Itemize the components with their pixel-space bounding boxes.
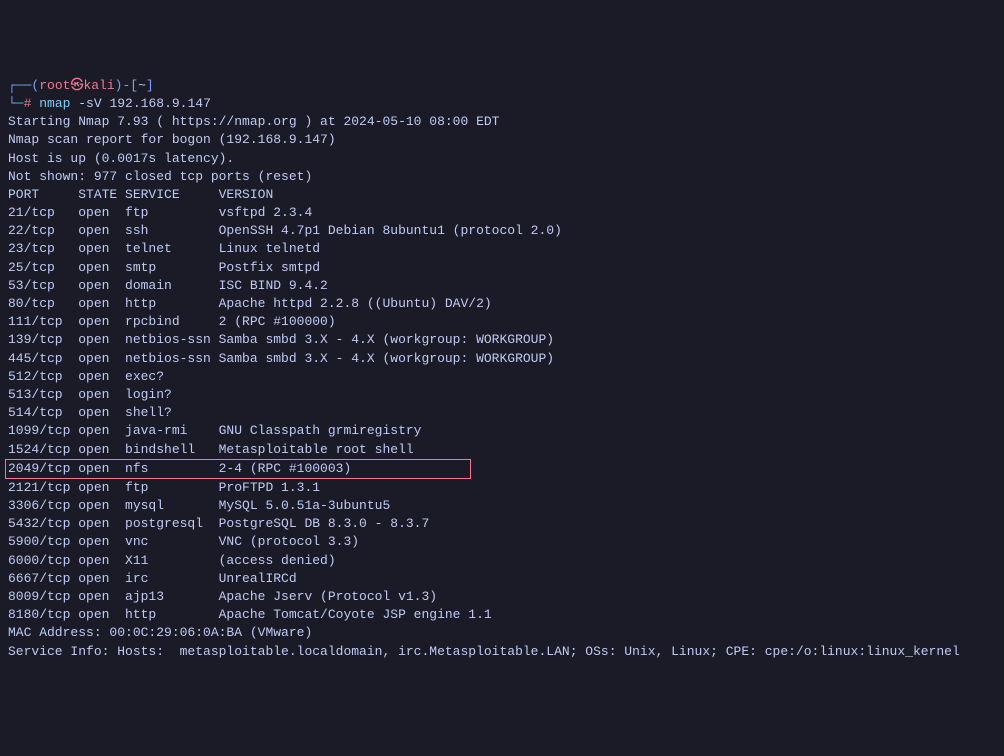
port-line: 3306/tcp open mysql MySQL 5.0.51a-3ubunt… — [8, 498, 390, 513]
prompt-cwd: ~ — [138, 78, 146, 93]
prompt-bracket-open: [ — [130, 78, 138, 93]
port-line: 445/tcp open netbios-ssn Samba smbd 3.X … — [8, 351, 554, 366]
port-line: 5432/tcp open postgresql PostgreSQL DB 8… — [8, 516, 429, 531]
port-line: 139/tcp open netbios-ssn Samba smbd 3.X … — [8, 332, 554, 347]
prompt-at: ㉿ — [70, 78, 83, 93]
port-line: 1099/tcp open java-rmi GNU Classpath grm… — [8, 423, 421, 438]
port-line: 111/tcp open rpcbind 2 (RPC #100000) — [8, 314, 336, 329]
prompt-line-1: ┌──(root㉿kali)-[~] — [8, 77, 996, 95]
command-name: nmap — [39, 96, 70, 111]
port-line: 6667/tcp open irc UnrealIRCd — [8, 571, 297, 586]
port-line: 8180/tcp open http Apache Tomcat/Coyote … — [8, 607, 492, 622]
port-line: 25/tcp open smtp Postfix smtpd — [8, 260, 320, 275]
output-line: Nmap scan report for bogon (192.168.9.14… — [8, 132, 336, 147]
highlighted-port-nfs: 2049/tcp open nfs 2-4 (RPC #100003) — [5, 459, 471, 479]
port-line: 80/tcp open http Apache httpd 2.2.8 ((Ub… — [8, 296, 492, 311]
output-line: Not shown: 977 closed tcp ports (reset) — [8, 169, 312, 184]
output-header: PORT STATE SERVICE VERSION — [8, 187, 273, 202]
output-line: Host is up (0.0017s latency). — [8, 151, 234, 166]
port-line: 21/tcp open ftp vsftpd 2.3.4 — [8, 205, 312, 220]
prompt-dash3: └─ — [8, 96, 24, 111]
prompt-hash: # — [24, 96, 32, 111]
port-line: 1524/tcp open bindshell Metasploitable r… — [8, 442, 414, 457]
output-line: Starting Nmap 7.93 ( https://nmap.org ) … — [8, 114, 499, 129]
prompt-line-2: └─# nmap -sV 192.168.9.147 — [8, 95, 996, 113]
port-line: 514/tcp open shell? — [8, 405, 172, 420]
output-line: Service Info: Hosts: metasploitable.loca… — [8, 644, 960, 659]
port-line: 6000/tcp open X11 (access denied) — [8, 553, 336, 568]
port-line: 22/tcp open ssh OpenSSH 4.7p1 Debian 8ub… — [8, 223, 562, 238]
port-line: 8009/tcp open ajp13 Apache Jserv (Protoc… — [8, 589, 437, 604]
prompt-host: kali — [83, 78, 114, 93]
port-line: 23/tcp open telnet Linux telnetd — [8, 241, 320, 256]
port-line: 512/tcp open exec? — [8, 369, 164, 384]
port-line: 513/tcp open login? — [8, 387, 172, 402]
prompt-user: root — [39, 78, 70, 93]
prompt-dash: ┌── — [8, 78, 31, 93]
terminal-output[interactable]: ┌──(root㉿kali)-[~]└─# nmap -sV 192.168.9… — [8, 77, 996, 661]
port-line-nfs: 2049/tcp open nfs 2-4 (RPC #100003) — [8, 461, 351, 476]
port-line: 53/tcp open domain ISC BIND 9.4.2 — [8, 278, 328, 293]
output-line: MAC Address: 00:0C:29:06:0A:BA (VMware) — [8, 625, 312, 640]
command-args: -sV 192.168.9.147 — [70, 96, 210, 111]
port-line: 2121/tcp open ftp ProFTPD 1.3.1 — [8, 480, 320, 495]
prompt-bracket-close: ] — [146, 78, 154, 93]
port-line: 5900/tcp open vnc VNC (protocol 3.3) — [8, 534, 359, 549]
